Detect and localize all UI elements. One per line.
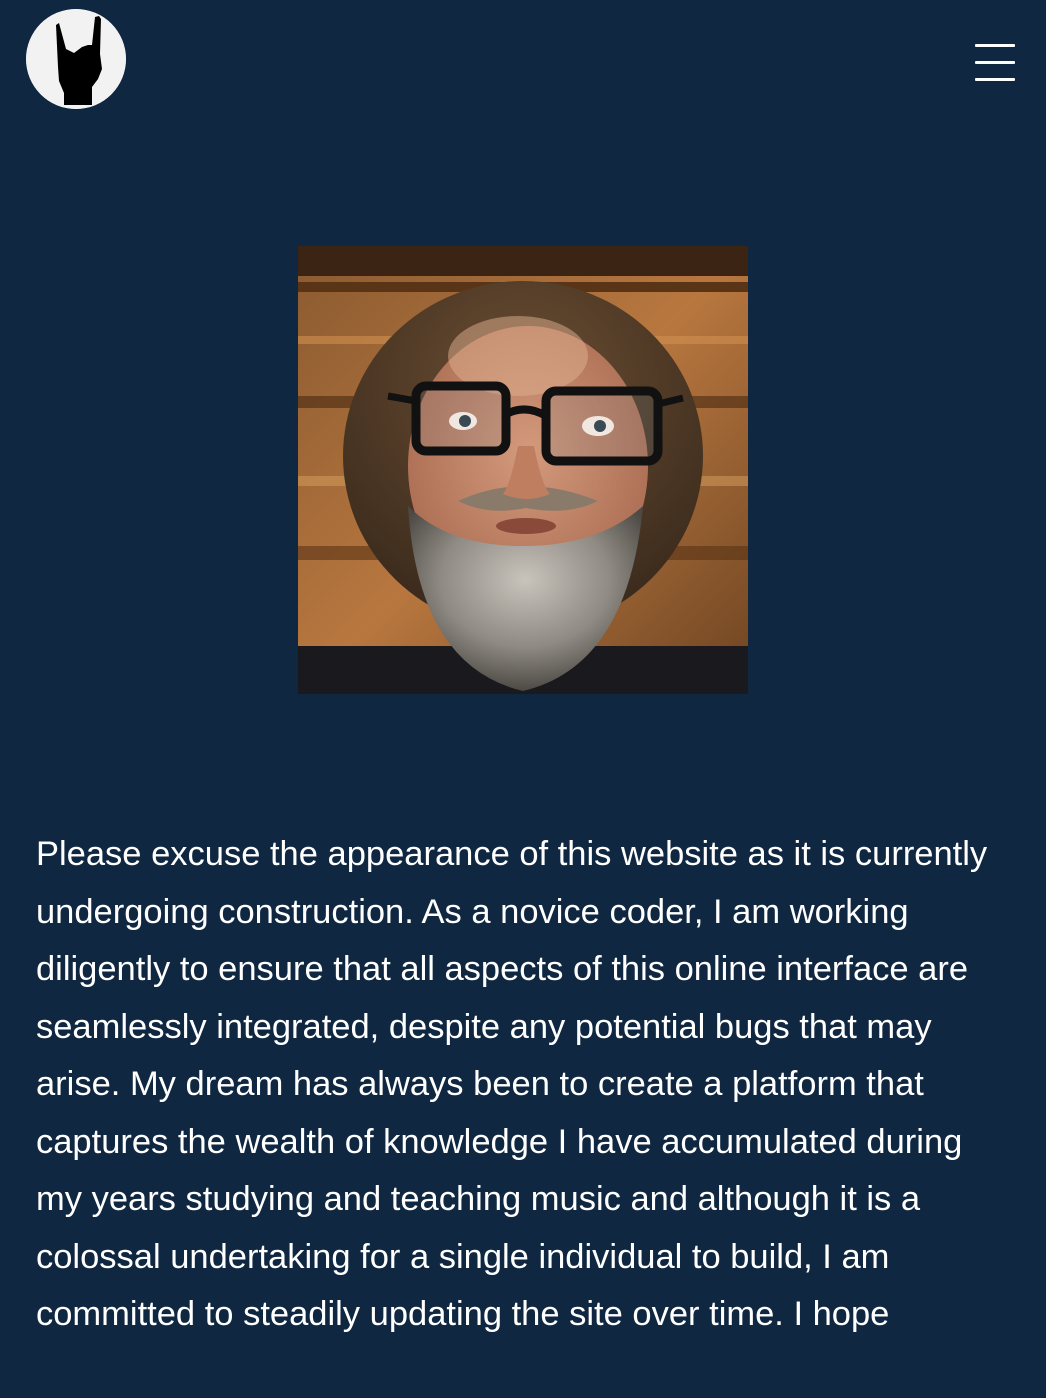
intro-paragraph: Please excuse the appearance of this web…	[36, 835, 988, 1333]
site-logo[interactable]	[26, 9, 126, 109]
menu-bar	[975, 61, 1015, 64]
portrait-image	[298, 246, 748, 694]
hamburger-menu-button[interactable]	[972, 42, 1018, 82]
site-header	[0, 0, 1046, 120]
profile-photo	[298, 246, 748, 694]
rock-hand-icon	[26, 9, 126, 109]
menu-bar	[975, 78, 1015, 81]
hamburger-menu-icon	[975, 44, 1015, 47]
